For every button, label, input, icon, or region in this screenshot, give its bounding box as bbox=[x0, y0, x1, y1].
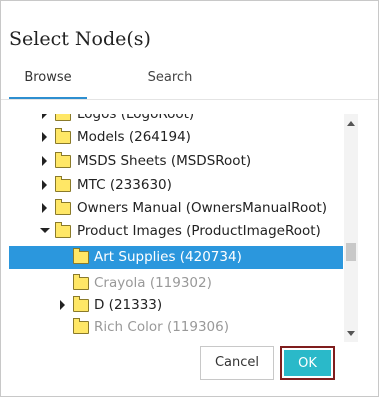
tree-row-label: Product Images (ProductImageRoot) bbox=[77, 223, 321, 239]
folder-icon bbox=[55, 114, 71, 121]
tree-row-label: Crayola (119302) bbox=[94, 275, 212, 291]
tab-bar: Browse Search bbox=[1, 63, 378, 101]
tree-row-label: Models (264194) bbox=[77, 129, 191, 145]
tree-row-label: Rich Color (119306) bbox=[94, 319, 230, 335]
tree-row-label: D (21333) bbox=[94, 297, 163, 313]
tree-row-mtc[interactable]: MTC (233630) bbox=[9, 174, 343, 197]
select-node-dialog: Select Node(s) Browse Search Logos (Logo… bbox=[0, 0, 379, 397]
expand-arrow-icon[interactable] bbox=[42, 132, 47, 142]
folder-icon bbox=[55, 128, 71, 144]
tab-divider bbox=[1, 99, 378, 100]
tree-row-label: Art Supplies (420734) bbox=[94, 249, 242, 265]
tree-row-logos[interactable]: Logos (LogoRoot) bbox=[9, 114, 343, 126]
tree-row-rich-color[interactable]: Rich Color (119306) bbox=[9, 316, 343, 339]
tree-scrollbar[interactable] bbox=[344, 114, 358, 342]
cancel-button[interactable]: Cancel bbox=[200, 346, 274, 380]
scroll-up-icon[interactable] bbox=[347, 121, 355, 126]
collapse-arrow-icon[interactable] bbox=[40, 228, 50, 233]
dialog-title: Select Node(s) bbox=[9, 28, 151, 50]
tree-row-label: MTC (233630) bbox=[77, 177, 172, 193]
folder-icon bbox=[55, 199, 71, 215]
folder-icon bbox=[55, 222, 71, 238]
tree-row-crayola[interactable]: Crayola (119302) bbox=[9, 272, 343, 295]
expand-arrow-icon[interactable] bbox=[42, 180, 47, 190]
expand-arrow-icon[interactable] bbox=[42, 203, 47, 213]
folder-icon bbox=[55, 176, 71, 192]
tree-row-owners-manual[interactable]: Owners Manual (OwnersManualRoot) bbox=[9, 197, 343, 220]
folder-icon bbox=[73, 318, 89, 334]
expand-arrow-icon[interactable] bbox=[42, 156, 47, 166]
tree-row-product-images[interactable]: Product Images (ProductImageRoot) bbox=[9, 220, 343, 243]
tab-search[interactable]: Search bbox=[131, 63, 209, 97]
tree-row-label: Owners Manual (OwnersManualRoot) bbox=[77, 200, 328, 216]
scroll-down-icon[interactable] bbox=[347, 331, 355, 336]
expand-arrow-icon[interactable] bbox=[60, 300, 65, 310]
node-tree: Logos (LogoRoot) Models (264194) MSDS Sh… bbox=[9, 114, 343, 342]
folder-icon bbox=[73, 296, 89, 312]
scrollbar-thumb[interactable] bbox=[346, 243, 356, 261]
tree-row-label: Logos (LogoRoot) bbox=[77, 114, 195, 122]
folder-icon bbox=[73, 274, 89, 290]
tree-row-d[interactable]: D (21333) bbox=[9, 294, 343, 317]
tree-row-models[interactable]: Models (264194) bbox=[9, 126, 343, 149]
expand-arrow-icon[interactable] bbox=[42, 114, 47, 119]
tab-browse[interactable]: Browse bbox=[9, 63, 87, 100]
tree-row-label: MSDS Sheets (MSDSRoot) bbox=[77, 153, 252, 169]
folder-icon bbox=[73, 248, 89, 264]
tree-row-art-supplies[interactable]: Art Supplies (420734) bbox=[9, 246, 343, 269]
ok-button[interactable]: OK bbox=[280, 346, 335, 380]
tree-row-msds-sheets[interactable]: MSDS Sheets (MSDSRoot) bbox=[9, 150, 343, 173]
folder-icon bbox=[55, 152, 71, 168]
